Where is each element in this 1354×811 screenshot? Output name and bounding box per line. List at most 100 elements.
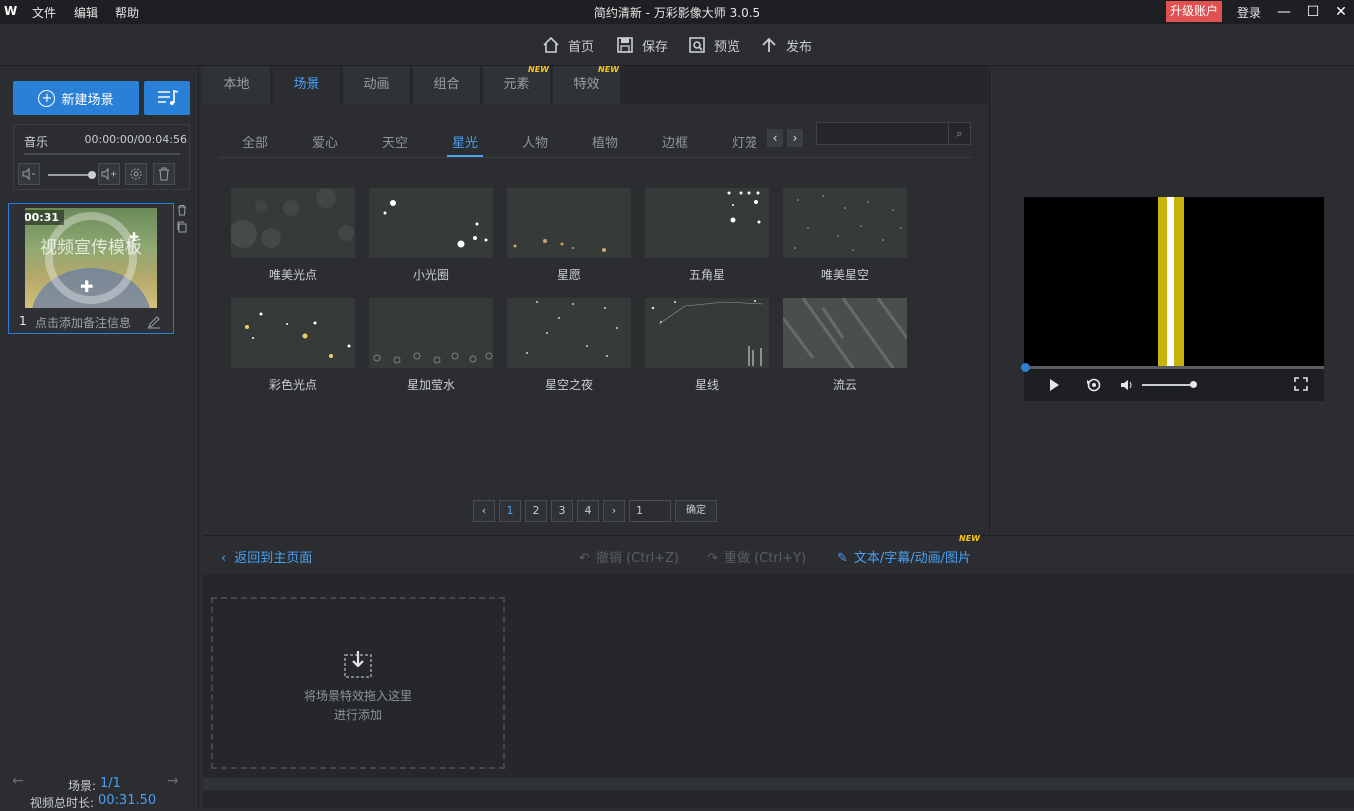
copy-scene-icon[interactable]	[176, 221, 188, 233]
starry-sky-thumbnail	[794, 195, 902, 251]
close-icon[interactable]: ✕	[1331, 2, 1351, 22]
music-progress-bar[interactable]	[24, 153, 180, 155]
delete-scene-icon[interactable]	[176, 204, 188, 216]
effect-drop-zone[interactable]: 将场景特效拖入这里 进行添加	[211, 597, 505, 769]
tab-local[interactable]: 本地	[203, 66, 271, 104]
music-settings-button[interactable]	[125, 163, 147, 185]
volume-down-button[interactable]	[18, 163, 40, 185]
category-next-icon[interactable]: ›	[787, 129, 803, 147]
player-volume-handle[interactable]	[1190, 381, 1197, 388]
player-volume-slider[interactable]	[1142, 384, 1194, 386]
text-subtitle-link[interactable]: ✎ 文本/字幕/动画/图片	[837, 547, 971, 566]
save-button[interactable]: 保存	[616, 34, 668, 56]
prev-scene-arrow-icon[interactable]: ←	[12, 773, 24, 789]
home-button[interactable]: 首页	[542, 34, 594, 56]
next-page-icon[interactable]: ›	[603, 500, 625, 522]
search-input[interactable]: ⌕	[816, 122, 971, 145]
music-volume-handle[interactable]	[88, 171, 96, 179]
scene-thumbnail[interactable]: ✚ ✚ 00:31 视频宣传模板	[25, 208, 157, 308]
back-to-main-label: 返回到主页面	[234, 551, 313, 566]
tab-combo-label: 组合	[433, 77, 460, 92]
effect-item[interactable]: 星空之夜	[507, 298, 631, 393]
flowing-cloud-thumbnail	[783, 298, 907, 368]
bottom-strip	[203, 790, 1354, 808]
tab-combo[interactable]: 组合	[413, 66, 481, 104]
search-icon[interactable]: ⌕	[948, 123, 970, 144]
scene-card[interactable]: ✚ ✚ 00:31 视频宣传模板 1 点击添加备注信息	[8, 203, 174, 334]
page-confirm-button[interactable]: 确定	[675, 500, 717, 522]
drop-download-icon	[344, 651, 372, 678]
category-prev-icon[interactable]: ‹	[767, 129, 783, 147]
prev-page-icon[interactable]: ‹	[473, 500, 495, 522]
category-border[interactable]: 边框	[662, 132, 688, 151]
plus-icon: +	[38, 89, 56, 107]
minimize-icon[interactable]: —	[1274, 2, 1294, 22]
page-button[interactable]: 1	[499, 500, 521, 522]
music-volume-slider[interactable]	[48, 171, 96, 179]
effect-item[interactable]: 五角星	[645, 188, 769, 283]
category-heart[interactable]: 爱心	[312, 132, 338, 151]
new-scene-label: 新建场景	[61, 92, 114, 108]
page-number-input[interactable]: 1	[629, 500, 671, 522]
playback-handle[interactable]	[1021, 363, 1030, 372]
drop-hint-line1: 将场景特效拖入这里	[303, 689, 412, 703]
tab-animation[interactable]: 动画	[343, 66, 411, 104]
category-people[interactable]: 人物	[522, 132, 548, 151]
category-plants[interactable]: 植物	[592, 132, 618, 151]
publish-button[interactable]: 发布	[760, 34, 812, 56]
scene-note[interactable]: 点击添加备注信息	[35, 314, 131, 331]
effect-item[interactable]: 小光圈	[369, 188, 493, 283]
replay-icon[interactable]	[1086, 377, 1102, 393]
category-all[interactable]: 全部	[242, 132, 268, 151]
effect-item[interactable]: 唯美光点	[231, 188, 355, 283]
preview-icon	[689, 37, 705, 53]
fullscreen-icon[interactable]	[1294, 377, 1308, 391]
upgrade-account-button[interactable]: 升级账户	[1166, 1, 1222, 22]
svg-text:✚: ✚	[80, 277, 93, 296]
scene-index: 1	[19, 314, 27, 328]
page-button[interactable]: 2	[525, 500, 547, 522]
next-scene-arrow-icon[interactable]: →	[167, 773, 179, 789]
effect-name: 星愿	[556, 268, 581, 282]
tab-effect-label: 特效	[573, 77, 600, 92]
new-scene-button[interactable]: + 新建场景	[13, 81, 139, 115]
back-to-main-link[interactable]: ‹ 返回到主页面	[221, 547, 312, 566]
effect-item[interactable]: 唯美星空	[783, 188, 907, 283]
category-lantern[interactable]: 灯笼	[732, 132, 756, 151]
effect-thumbnail	[231, 298, 355, 368]
effect-item[interactable]: 星线	[645, 298, 769, 393]
page-button[interactable]: 4	[577, 500, 599, 522]
volume-icon[interactable]	[1119, 378, 1135, 392]
redo-button[interactable]: ↷ 重做 (Ctrl+Y)	[707, 547, 806, 566]
music-list-button[interactable]	[144, 81, 190, 115]
effect-item[interactable]: 流云	[783, 298, 907, 393]
new-badge-element: NEW	[528, 65, 549, 74]
preview-button[interactable]: 预览	[688, 34, 740, 56]
maximize-icon[interactable]: ☐	[1303, 2, 1323, 22]
save-label: 保存	[642, 39, 669, 55]
edit-note-icon[interactable]	[147, 315, 161, 329]
star-wish-thumbnail	[513, 239, 606, 252]
page-button[interactable]: 3	[551, 500, 573, 522]
effect-item[interactable]: 星加莹水	[369, 298, 493, 393]
home-label: 首页	[568, 39, 595, 55]
effect-item[interactable]: 彩色光点	[231, 298, 355, 393]
effect-thumbnail	[645, 188, 769, 258]
undo-button[interactable]: ↶ 撤销 (Ctrl+Z)	[579, 547, 679, 566]
music-delete-button[interactable]	[153, 163, 175, 185]
horizontal-scrollbar[interactable]	[203, 778, 1354, 790]
login-button[interactable]: 登录	[1237, 4, 1261, 21]
publish-label: 发布	[786, 39, 813, 55]
category-starlight[interactable]: 星光	[452, 132, 478, 151]
effect-thumbnail	[783, 298, 907, 368]
music-track: 音乐 00:00:00/00:04:56	[13, 124, 190, 190]
tab-scene[interactable]: 场景	[273, 66, 341, 104]
play-icon[interactable]	[1047, 378, 1061, 392]
category-sky[interactable]: 天空	[382, 132, 408, 151]
effect-item[interactable]: 星愿	[507, 188, 631, 283]
playback-progress-bar[interactable]	[1021, 363, 1324, 372]
effect-name: 流云	[832, 378, 857, 392]
pentagram-thumbnail	[727, 191, 761, 224]
volume-up-button[interactable]	[98, 163, 120, 185]
timeline-area: 将场景特效拖入这里 进行添加	[203, 574, 1354, 778]
